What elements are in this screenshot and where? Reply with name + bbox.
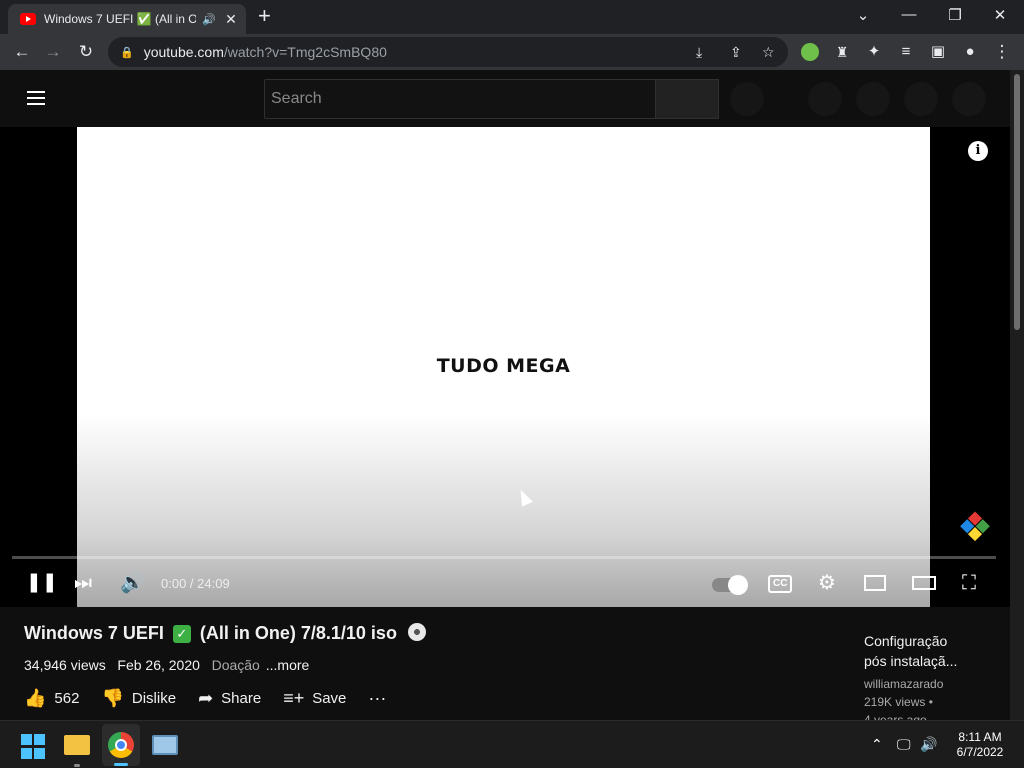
speaker-icon[interactable]: 🔊: [202, 13, 216, 26]
view-count: 34,946 views: [24, 657, 106, 673]
scrollbar-thumb[interactable]: [1014, 74, 1020, 330]
share-page-icon[interactable]: ⇪: [730, 44, 742, 61]
suggested-video[interactable]: Configuração pós instalaçã... williamaza…: [864, 631, 1004, 729]
browser-tab-strip: Windows 7 UEFI ✅ (All in One) 7/8.1/10 i…: [0, 0, 1024, 34]
create-button[interactable]: [808, 82, 842, 116]
voice-search-button[interactable]: [730, 82, 764, 116]
captions-button[interactable]: CC: [768, 575, 793, 593]
url-text[interactable]: youtube.com/watch?v=Tmg2cSmBQ80: [144, 44, 387, 60]
tab-title: Windows 7 UEFI ✅ (All in One) 7/8.1/10 i…: [44, 12, 197, 26]
forward-button[interactable]: →: [43, 42, 63, 62]
address-bar[interactable]: 🔒 youtube.com/watch?v=Tmg2cSmBQ80 ⤓ ⇪ ☆: [108, 37, 788, 67]
miniplayer-button[interactable]: [864, 575, 886, 591]
extensions-puzzle-icon[interactable]: ✦: [864, 42, 884, 62]
windows-start-icon[interactable]: [21, 734, 47, 760]
youtube-header: Search: [0, 70, 1024, 127]
info-icon[interactable]: i: [968, 141, 988, 161]
restore-button[interactable]: ❐: [945, 6, 965, 24]
clock[interactable]: 8:11 AM 6/7/2022: [948, 730, 1012, 760]
search-button[interactable]: [655, 79, 719, 119]
video-frame[interactable]: TUDO MEGA: [77, 127, 930, 607]
action-bar: 👍 562 👎 Dislike ➦ Share ≡+ Save ···: [24, 688, 416, 709]
search-input[interactable]: Search: [264, 79, 656, 119]
next-button[interactable]: ⏭: [74, 572, 92, 594]
theater-mode-button[interactable]: [912, 576, 936, 590]
settings-gear-icon[interactable]: ⚙: [818, 572, 836, 594]
upload-date: Feb 26, 2020: [117, 657, 200, 673]
like-button[interactable]: 👍 562: [24, 688, 79, 709]
share-button[interactable]: ➦ Share: [198, 688, 261, 709]
browser-tab-youtube[interactable]: Windows 7 UEFI ✅ (All in One) 7/8.1/10 i…: [8, 4, 246, 34]
youtube-favicon-icon: [20, 13, 36, 25]
close-tab-icon[interactable]: ✕: [224, 11, 238, 28]
checkmark-emoji-icon: ✓: [172, 625, 191, 643]
tab-search-chevron-icon[interactable]: ⌄: [853, 6, 873, 24]
minimize-button[interactable]: —: [899, 6, 919, 23]
video-player[interactable]: TUDO MEGA: [0, 127, 1010, 607]
back-button[interactable]: ←: [12, 42, 32, 62]
notifications-button[interactable]: [856, 82, 890, 116]
fullscreen-button[interactable]: ⛶: [962, 572, 976, 594]
thumbs-down-icon: 👎: [101, 688, 124, 708]
side-panel-icon[interactable]: ▣: [928, 42, 948, 62]
more-link[interactable]: ...more: [266, 657, 310, 673]
autoplay-toggle[interactable]: [712, 573, 748, 595]
video-title: Windows 7 UEFI ✓ (All in One) 7/8.1/10 i…: [24, 623, 426, 644]
time-display: 0:00 / 24:09: [161, 576, 230, 591]
chrome-icon[interactable]: [108, 732, 134, 758]
video-meta[interactable]: 34,946 views Feb 26, 2020 Doação ...more: [24, 657, 309, 673]
add-to-playlist-icon: ≡+: [283, 688, 305, 708]
pause-button[interactable]: ❚❚: [26, 572, 58, 594]
volume-icon[interactable]: 🔊: [920, 736, 937, 753]
new-tab-button[interactable]: +: [258, 5, 271, 27]
player-controls: ❚❚ ⏭ 🔊 0:00 / 24:09 CC ⚙ ⛶: [0, 566, 1010, 600]
save-button[interactable]: ≡+ Save: [283, 688, 346, 709]
extension-green-face-icon[interactable]: [801, 43, 819, 61]
video-overlay-text: TUDO MEGA: [436, 355, 571, 377]
reload-button[interactable]: ↻: [76, 42, 96, 62]
share-arrow-icon: ➦: [198, 688, 214, 708]
performance-monitor-icon[interactable]: [152, 735, 178, 755]
browser-toolbar: ← → ↻ 🔒 youtube.com/watch?v=Tmg2cSmBQ80 …: [0, 34, 1024, 70]
more-dots-icon: ···: [368, 688, 387, 708]
avatar-button[interactable]: [952, 82, 986, 116]
more-actions-button[interactable]: ···: [368, 688, 394, 709]
running-indicator: [74, 764, 80, 767]
account-button[interactable]: [904, 82, 938, 116]
profile-avatar-icon[interactable]: ●: [960, 42, 980, 62]
dislike-button[interactable]: 👎 Dislike: [101, 688, 176, 709]
chevron-up-icon[interactable]: ⌃: [871, 736, 883, 753]
network-icon[interactable]: 🖵: [897, 736, 911, 753]
menu-hamburger-icon[interactable]: [27, 91, 45, 105]
volume-button[interactable]: 🔊: [120, 572, 145, 594]
install-app-icon[interactable]: ⤓: [696, 44, 702, 61]
media-control-icon[interactable]: ≡: [896, 42, 916, 62]
chrome-menu-icon[interactable]: ⋮: [992, 42, 1012, 62]
disc-emoji-icon: [407, 623, 426, 641]
description-snippet: Doação: [211, 657, 260, 673]
bookmark-star-icon[interactable]: ☆: [762, 44, 775, 61]
file-explorer-icon[interactable]: [64, 735, 90, 755]
windows-taskbar: ⌃ 🖵 🔊 8:11 AM 6/7/2022: [0, 720, 1024, 768]
close-window-button[interactable]: ✕: [990, 6, 1010, 24]
progress-bar[interactable]: [12, 556, 996, 559]
page-scrollbar[interactable]: [1010, 70, 1024, 720]
extension-icon[interactable]: ♜: [832, 42, 852, 62]
thumbs-up-icon: 👍: [24, 688, 47, 708]
active-indicator: [114, 763, 128, 766]
lock-icon[interactable]: 🔒: [120, 46, 134, 59]
